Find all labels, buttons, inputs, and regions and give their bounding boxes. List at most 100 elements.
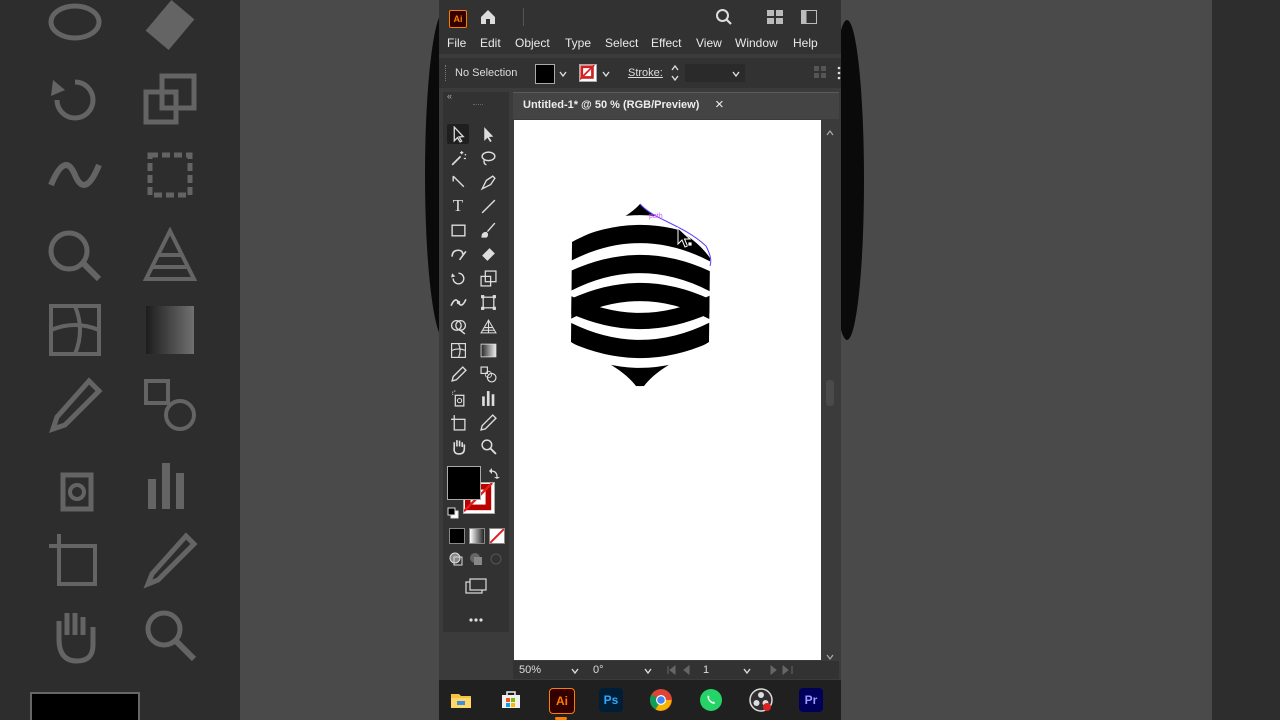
scroll-down-icon[interactable] (826, 648, 834, 660)
chevron-down-icon[interactable] (732, 69, 740, 78)
stroke-weight-stepper[interactable] (670, 63, 680, 83)
rotate-tool-icon[interactable] (447, 268, 469, 288)
arrange-documents-icon[interactable] (767, 10, 783, 24)
chevron-down-icon[interactable] (743, 666, 751, 675)
puppet-warp-tool-icon[interactable] (447, 292, 469, 312)
obs-studio-icon[interactable] (749, 688, 773, 712)
chevron-down-icon[interactable] (644, 666, 652, 675)
symbol-sprayer-tool-icon[interactable] (447, 388, 469, 408)
shaper-tool-icon[interactable] (447, 244, 469, 264)
search-icon[interactable] (715, 8, 733, 26)
free-transform-icon (140, 145, 200, 205)
scale-tool-icon[interactable] (477, 268, 499, 288)
zoom-icon (140, 605, 200, 665)
hand-tool-icon[interactable] (447, 436, 469, 456)
background-blur-far-right (1212, 0, 1280, 720)
gradient-mode-icon[interactable] (469, 528, 485, 544)
control-bar-grip (445, 65, 448, 81)
menu-view[interactable]: View (696, 36, 722, 50)
home-icon[interactable] (479, 8, 497, 26)
chrome-icon[interactable] (649, 688, 673, 712)
puppet-warp-icon (45, 145, 105, 205)
artboard-tool-icon[interactable] (447, 412, 469, 432)
rotation-value[interactable]: 0° (593, 664, 604, 676)
zoom-tool-icon[interactable] (477, 436, 499, 456)
magic-wand-tool-icon[interactable] (447, 148, 469, 168)
none-mode-icon[interactable] (489, 528, 505, 544)
artboard-nav-prev-icons[interactable] (667, 664, 697, 676)
draw-behind-icon[interactable] (469, 552, 483, 566)
column-graph-icon (140, 455, 200, 515)
vertical-scrollbar[interactable] (823, 120, 837, 660)
menu-select[interactable]: Select (605, 36, 638, 50)
menu-object[interactable]: Object (515, 36, 550, 50)
workspace-icon[interactable] (801, 10, 817, 24)
curvature-tool-icon[interactable] (477, 172, 499, 192)
eyedropper-tool-icon[interactable] (447, 364, 469, 384)
eyedropper-icon (45, 375, 105, 435)
stroke-label[interactable]: Stroke: (628, 67, 663, 79)
menu-edit[interactable]: Edit (480, 36, 501, 50)
shape-builder-tool-icon[interactable] (447, 316, 469, 336)
chevron-down-icon[interactable] (559, 69, 567, 78)
premiere-pro-taskbar-icon[interactable]: Pr (799, 688, 823, 712)
menu-effect[interactable]: Effect (651, 36, 681, 50)
artboard-canvas[interactable]: path (514, 120, 821, 660)
draw-inside-icon[interactable] (489, 552, 503, 566)
draw-normal-icon[interactable] (449, 552, 463, 566)
menu-type[interactable]: Type (565, 36, 591, 50)
eraser-tool-icon[interactable] (477, 244, 499, 264)
paintbrush-tool-icon[interactable] (477, 220, 499, 240)
rectangle-tool-icon[interactable] (447, 220, 469, 240)
column-graph-tool-icon[interactable] (477, 388, 499, 408)
photoshop-taskbar-icon[interactable]: Ps (599, 688, 623, 712)
scroll-thumb[interactable] (826, 380, 834, 406)
close-tab-icon[interactable]: × (715, 96, 724, 113)
menu-help[interactable]: Help (793, 36, 818, 50)
mesh-tool-icon[interactable] (447, 340, 469, 360)
logo-artwork: path (571, 203, 712, 392)
blend-tool-icon[interactable] (477, 364, 499, 384)
scroll-up-icon[interactable] (826, 124, 834, 136)
background-blur-left (0, 0, 240, 720)
menu-window[interactable]: Window (735, 36, 778, 50)
fill-color-swatch[interactable] (535, 64, 555, 84)
striped-logo-shape (571, 204, 710, 392)
lasso-tool-icon[interactable] (477, 148, 499, 168)
edit-toolbar-icon[interactable] (468, 610, 484, 622)
panel-options-icon[interactable] (814, 66, 826, 78)
gradient-tool-icon[interactable] (477, 340, 499, 360)
perspective-grid-tool-icon[interactable] (477, 316, 499, 336)
free-transform-tool-icon[interactable] (477, 292, 499, 312)
file-explorer-icon[interactable] (449, 688, 473, 712)
collapse-panel-icon[interactable]: « (447, 92, 457, 101)
perspective-grid-icon (140, 225, 200, 285)
artboard-nav-next-icons[interactable] (763, 664, 793, 676)
chevron-down-icon[interactable] (571, 666, 579, 675)
artboard-number[interactable]: 1 (703, 664, 709, 676)
stroke-color-swatch[interactable] (579, 64, 597, 82)
more-options-icon[interactable] (837, 66, 841, 80)
whatsapp-icon[interactable] (699, 688, 723, 712)
document-title: Untitled-1* @ 50 % (RGB/Preview) (523, 99, 700, 111)
chevron-down-icon[interactable] (602, 69, 610, 78)
document-tab[interactable]: Untitled-1* @ 50 % (RGB/Preview) × (513, 92, 839, 119)
microsoft-store-icon[interactable] (499, 688, 523, 712)
line-tool-icon[interactable] (477, 196, 499, 216)
color-mode-icon[interactable] (449, 528, 465, 544)
change-screen-mode-icon[interactable] (465, 578, 487, 594)
type-tool-icon[interactable]: T (447, 196, 469, 216)
default-fill-stroke-icon[interactable] (447, 506, 459, 519)
pen-tool-icon[interactable] (447, 172, 469, 192)
zoom-level[interactable]: 50% (519, 664, 541, 676)
illustrator-taskbar-icon[interactable]: Ai (549, 688, 575, 714)
slice-tool-icon[interactable] (477, 412, 499, 432)
menu-file[interactable]: File (447, 36, 466, 50)
direct-selection-tool-icon[interactable] (477, 124, 499, 144)
fill-swatch[interactable] (447, 466, 481, 500)
swap-fill-stroke-icon[interactable] (489, 466, 501, 479)
background-blur-mid (240, 0, 465, 720)
background-blur-right (830, 0, 1212, 720)
selection-tool-icon[interactable] (447, 124, 469, 144)
eraser-icon (140, 0, 200, 60)
